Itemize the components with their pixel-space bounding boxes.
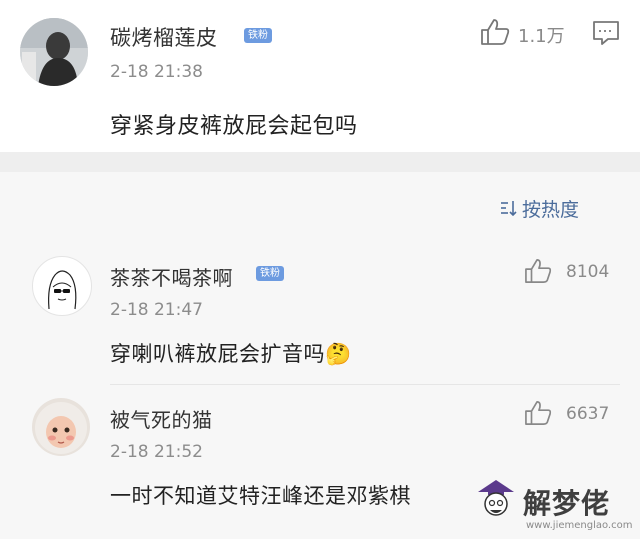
- watermark-brand: 解梦佬: [523, 487, 611, 520]
- like-count: 1.1万: [518, 26, 565, 47]
- thumbs-up-icon[interactable]: [524, 258, 552, 284]
- fan-badge: 铁粉: [256, 266, 284, 281]
- post-time: 2-18 21:38: [110, 62, 203, 82]
- post-card: 碳烤榴莲皮 铁粉 2-18 21:38 穿紧身皮裤放屁会起包吗 1.1万: [0, 0, 640, 152]
- avatar[interactable]: [32, 398, 90, 456]
- divider: [110, 384, 620, 385]
- thinking-emoji: 🤔: [325, 342, 352, 366]
- thumbs-up-icon[interactable]: [480, 18, 510, 46]
- section-gap: [0, 152, 640, 172]
- sort-toggle[interactable]: 按热度: [500, 196, 580, 221]
- thumbs-up-icon[interactable]: [524, 400, 552, 426]
- comment-time: 2-18 21:52: [110, 442, 203, 462]
- comment-text: 一时不知道艾特汪峰还是邓紫棋: [110, 484, 411, 508]
- fan-badge: 铁粉: [244, 28, 272, 43]
- comment-icon[interactable]: [592, 20, 620, 46]
- comment-username[interactable]: 茶茶不喝茶啊: [110, 262, 233, 291]
- post-username[interactable]: 碳烤榴莲皮: [110, 22, 218, 52]
- sort-label: 按热度: [522, 198, 580, 221]
- avatar[interactable]: [32, 256, 92, 316]
- comment-like-count: 8104: [566, 262, 610, 282]
- avatar[interactable]: [20, 18, 88, 86]
- post-text: 穿紧身皮裤放屁会起包吗: [110, 114, 358, 139]
- sort-icon: [500, 200, 518, 216]
- watermark-url: www.jiemenglao.com: [526, 520, 633, 531]
- comment-username[interactable]: 被气死的猫: [110, 404, 213, 433]
- watermark-logo: [474, 476, 518, 520]
- comment-text: 穿喇叭裤放屁会扩音吗🤔: [110, 342, 352, 366]
- comment-time: 2-18 21:47: [110, 300, 203, 320]
- comment-like-count: 6637: [566, 404, 610, 424]
